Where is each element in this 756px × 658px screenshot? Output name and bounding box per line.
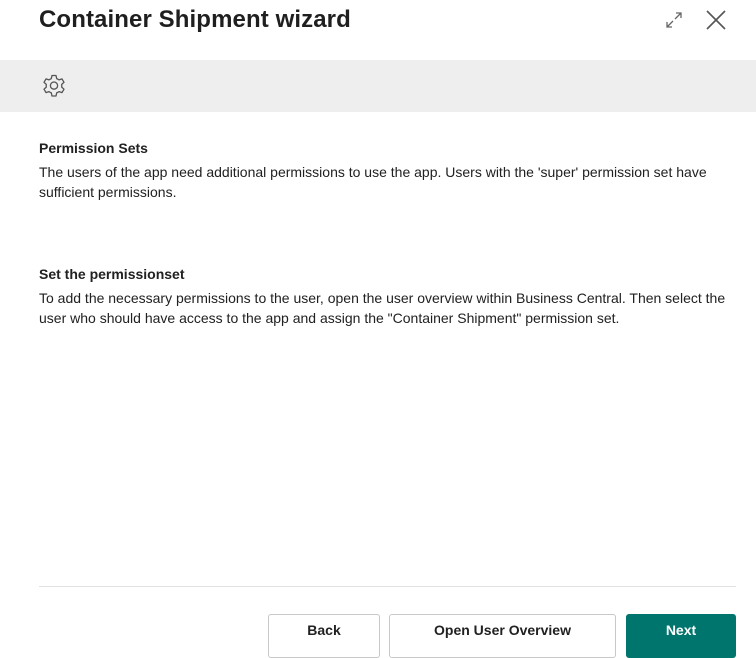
section-heading: Permission Sets [39,140,148,156]
set-permissionset-section: Set the permissionset To add the necessa… [39,264,744,328]
footer-divider [39,586,736,587]
permission-sets-section: Permission Sets The users of the app nee… [39,138,744,202]
back-button[interactable]: Back [268,614,380,658]
dialog-title: Container Shipment wizard [39,6,351,33]
next-button[interactable]: Next [626,614,736,658]
section-text: The users of the app need additional per… [39,164,707,200]
wizard-banner [0,60,756,112]
expand-icon[interactable] [660,6,688,34]
wizard-dialog: Container Shipment wizard Permission Set… [0,0,756,658]
close-icon[interactable] [702,6,730,34]
title-actions [660,6,730,34]
gear-icon [43,74,65,97]
section-heading: Set the permissionset [39,266,185,282]
open-user-overview-button[interactable]: Open User Overview [389,614,616,658]
section-text: To add the necessary permissions to the … [39,290,726,326]
